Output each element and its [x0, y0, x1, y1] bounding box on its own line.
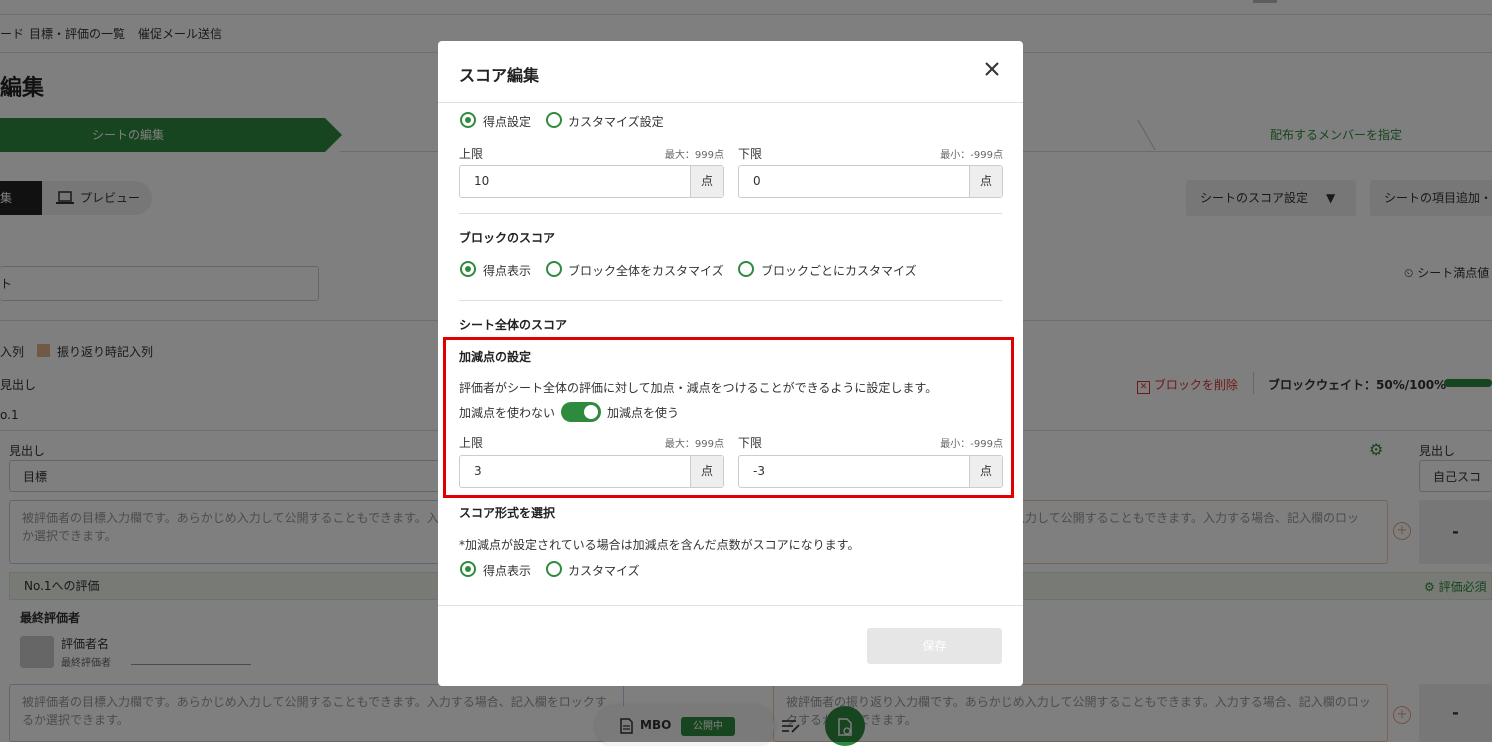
- adjust-upper-label: 上限: [459, 436, 484, 450]
- adjust-on-label: 加減点を使う: [607, 406, 680, 420]
- radio-format-customize-label: カスタマイズ: [568, 564, 640, 578]
- lower-limit-input[interactable]: 0 点: [738, 165, 1003, 198]
- radio-format-score-display-label: 得点表示: [483, 564, 532, 578]
- adjust-lower-unit: 点: [969, 456, 1002, 487]
- modal-footer-divider: [438, 605, 1023, 606]
- radio-custom-setting-label: カスタマイズ設定: [568, 115, 664, 129]
- score-format-note: *加減点が設定されている場合は加減点を含んだ点数がスコアになります。: [459, 538, 860, 552]
- lower-limit-value: 0: [753, 174, 761, 188]
- upper-limit-unit: 点: [690, 166, 723, 197]
- upper-limit-value: 10: [474, 174, 490, 188]
- modal-header: スコア編集: [438, 41, 1023, 103]
- divider: [459, 213, 1002, 214]
- adjust-upper-input[interactable]: 3 点: [459, 455, 724, 488]
- adjust-points-description: 評価者がシート全体の評価に対して加点・減点をつけることができるように設定します。: [459, 381, 938, 395]
- radio-score-setting[interactable]: [460, 112, 476, 128]
- radio-block-score-display-label: 得点表示: [483, 264, 532, 278]
- adjust-points-title: 加減点の設定: [459, 350, 532, 364]
- lower-limit-hint: 最小：-999点: [940, 150, 1003, 161]
- radio-block-customize-all[interactable]: [546, 261, 562, 277]
- radio-custom-setting[interactable]: [546, 112, 562, 128]
- close-icon[interactable]: [981, 58, 1003, 80]
- save-button[interactable]: 保存: [867, 628, 1002, 664]
- upper-limit-hint: 最大：999点: [664, 150, 724, 161]
- adjust-lower-label: 下限: [738, 436, 763, 450]
- adjust-upper-value: 3: [474, 464, 482, 478]
- radio-block-customize-each-label: ブロックごとにカスタマイズ: [761, 264, 917, 278]
- radio-score-setting-label: 得点設定: [483, 115, 532, 129]
- adjust-upper-unit: 点: [690, 456, 723, 487]
- sheet-score-title: シート全体のスコア: [459, 318, 568, 332]
- adjust-off-label: 加減点を使わない: [459, 406, 556, 420]
- radio-block-customize-all-label: ブロック全体をカスタマイズ: [568, 264, 724, 278]
- radio-block-customize-each[interactable]: [738, 261, 754, 277]
- adjust-upper-hint: 最大：999点: [664, 439, 724, 450]
- radio-format-score-display[interactable]: [460, 561, 476, 577]
- adjust-lower-input[interactable]: -3 点: [738, 455, 1003, 488]
- lower-limit-label: 下限: [738, 147, 763, 161]
- block-score-title: ブロックのスコア: [459, 231, 556, 245]
- radio-block-score-display[interactable]: [460, 261, 476, 277]
- modal-title: スコア編集: [459, 66, 540, 85]
- adjust-lower-hint: 最小：-999点: [940, 439, 1003, 450]
- score-format-title: スコア形式を選択: [459, 506, 556, 520]
- upper-limit-label: 上限: [459, 147, 484, 161]
- adjust-lower-value: -3: [753, 464, 765, 478]
- upper-limit-input[interactable]: 10 点: [459, 165, 724, 198]
- score-edit-modal: スコア編集 得点設定 カスタマイズ設定 上限 最大：999点 10 点 下限 最…: [438, 41, 1023, 686]
- toggle-knob: [584, 405, 598, 419]
- adjust-points-toggle[interactable]: [561, 402, 601, 422]
- radio-format-customize[interactable]: [546, 561, 562, 577]
- divider: [459, 300, 1002, 301]
- lower-limit-unit: 点: [969, 166, 1002, 197]
